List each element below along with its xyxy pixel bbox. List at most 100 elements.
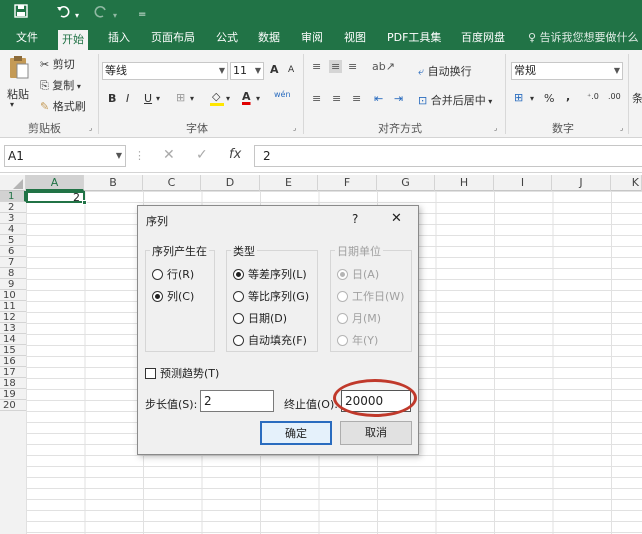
accounting-format-icon[interactable]: ⊞ xyxy=(514,91,523,104)
row-header-16[interactable]: 16 xyxy=(0,356,26,367)
tab-home[interactable]: 开始 xyxy=(58,30,88,50)
row-header-8[interactable]: 8 xyxy=(0,268,26,279)
undo-icon[interactable] xyxy=(56,4,70,23)
align-right-icon[interactable]: ≡ xyxy=(352,92,361,105)
font-name-select[interactable]: 等线 ▼ xyxy=(102,62,228,80)
radio-date[interactable]: 日期(D) xyxy=(233,310,287,326)
row-header-19[interactable]: 19 xyxy=(0,389,26,400)
percent-button[interactable]: % xyxy=(544,92,554,105)
row-header-9[interactable]: 9 xyxy=(0,279,26,290)
copy-dropdown-icon[interactable]: ▾ xyxy=(74,82,81,91)
copy-button[interactable]: ⎘ 复制 ▾ xyxy=(40,77,81,93)
bold-button[interactable]: B xyxy=(108,92,116,105)
help-button[interactable]: ? xyxy=(352,212,358,226)
align-left-icon[interactable]: ≡ xyxy=(312,92,321,105)
row-header-2[interactable]: 2 xyxy=(0,202,26,213)
tab-data[interactable]: 数据 xyxy=(254,26,284,50)
align-center-icon[interactable]: ≡ xyxy=(332,92,341,105)
cell-a1[interactable]: 2 xyxy=(26,191,85,203)
trend-checkbox[interactable]: 预测趋势(T) xyxy=(145,365,219,381)
ok-button[interactable]: 确定 xyxy=(260,421,332,445)
cancel-icon[interactable]: ✕ xyxy=(163,147,175,163)
number-launcher-icon[interactable]: ⌟ xyxy=(620,124,623,132)
column-header-j[interactable]: J xyxy=(552,175,611,191)
row-header-3[interactable]: 3 xyxy=(0,213,26,224)
name-box-dropdown-icon[interactable]: ▼ xyxy=(116,146,122,166)
row-header-17[interactable]: 17 xyxy=(0,367,26,378)
decrease-decimal-icon[interactable]: .00 xyxy=(608,92,621,101)
format-painter-button[interactable]: ✎ 格式刷 xyxy=(40,98,86,114)
comma-button[interactable]: , xyxy=(566,90,570,103)
radio-growth[interactable]: 等比序列(G) xyxy=(233,288,309,304)
column-header-k[interactable]: K xyxy=(611,175,642,191)
row-header-11[interactable]: 11 xyxy=(0,301,26,312)
row-header-4[interactable]: 4 xyxy=(0,224,26,235)
increase-indent-icon[interactable]: ⇥ xyxy=(394,92,403,105)
underline-dropdown-icon[interactable]: ▾ xyxy=(156,94,160,103)
enter-icon[interactable]: ✓ xyxy=(196,147,208,163)
row-header-5[interactable]: 5 xyxy=(0,235,26,246)
row-header-10[interactable]: 10 xyxy=(0,290,26,301)
tab-pdf-tools[interactable]: PDF工具集 xyxy=(383,26,445,50)
select-all-corner[interactable] xyxy=(0,175,26,191)
cancel-button[interactable]: 取消 xyxy=(340,421,412,445)
align-top-icon[interactable]: ≡ xyxy=(312,60,321,73)
wrap-text-button[interactable]: ⤶ 自动换行 xyxy=(418,63,472,79)
cut-button[interactable]: ✂ 剪切 xyxy=(40,56,75,72)
font-size-select[interactable]: 11 ▼ xyxy=(230,62,264,80)
column-header-f[interactable]: F xyxy=(318,175,377,191)
align-middle-icon[interactable]: ≡ xyxy=(329,60,343,73)
radio-columns[interactable]: 列(C) xyxy=(152,288,194,304)
fill-handle[interactable] xyxy=(82,200,87,205)
radio-linear[interactable]: 等差序列(L) xyxy=(233,266,307,282)
radio-rows[interactable]: 行(R) xyxy=(152,266,194,282)
row-header-20[interactable]: 20 xyxy=(0,400,26,411)
alignment-launcher-icon[interactable]: ⌟ xyxy=(494,124,497,132)
font-color-button[interactable]: A xyxy=(242,90,251,103)
grow-font-button[interactable]: A xyxy=(270,63,279,76)
insert-function-button[interactable]: fx xyxy=(229,147,241,162)
row-header-15[interactable]: 15 xyxy=(0,345,26,356)
orientation-icon[interactable]: ab↗ xyxy=(372,60,395,73)
row-header-6[interactable]: 6 xyxy=(0,246,26,257)
column-header-b[interactable]: B xyxy=(84,175,143,191)
tab-formulas[interactable]: 公式 xyxy=(212,26,242,50)
accounting-dropdown-icon[interactable]: ▾ xyxy=(530,94,534,103)
number-format-select[interactable]: 常规 ▼ xyxy=(511,62,623,80)
undo-dropdown-icon[interactable]: ▾ xyxy=(75,7,79,25)
shrink-font-button[interactable]: A xyxy=(288,65,294,75)
close-button[interactable]: ✕ xyxy=(391,211,402,226)
border-dropdown-icon[interactable]: ▾ xyxy=(190,94,194,103)
font-color-dropdown-icon[interactable]: ▾ xyxy=(256,94,260,103)
column-header-g[interactable]: G xyxy=(377,175,435,191)
paste-dropdown-icon[interactable]: ▾ xyxy=(10,100,14,109)
increase-decimal-icon[interactable]: ⁺.0 xyxy=(587,92,599,101)
row-header-14[interactable]: 14 xyxy=(0,334,26,345)
align-bottom-icon[interactable]: ≡ xyxy=(348,60,357,73)
name-box[interactable]: A1 ▼ xyxy=(4,145,126,167)
column-header-i[interactable]: I xyxy=(494,175,552,191)
row-header-18[interactable]: 18 xyxy=(0,378,26,389)
paste-icon[interactable] xyxy=(8,54,30,83)
tab-file[interactable]: 文件 xyxy=(12,26,42,50)
column-header-h[interactable]: H xyxy=(435,175,494,191)
row-header-7[interactable]: 7 xyxy=(0,257,26,268)
radio-autofill[interactable]: 自动填充(F) xyxy=(233,332,307,348)
decrease-indent-icon[interactable]: ⇤ xyxy=(374,92,383,105)
fill-color-dropdown-icon[interactable]: ▾ xyxy=(226,94,230,103)
customize-quick-access-icon[interactable]: = xyxy=(138,6,146,24)
italic-button[interactable]: I xyxy=(126,92,129,105)
merge-dropdown-icon[interactable]: ▾ xyxy=(486,97,492,106)
underline-button[interactable]: U xyxy=(144,92,152,105)
row-header-13[interactable]: 13 xyxy=(0,323,26,334)
border-icon[interactable]: ⊞ xyxy=(176,91,185,104)
font-launcher-icon[interactable]: ⌟ xyxy=(293,124,296,132)
column-header-e[interactable]: E xyxy=(260,175,318,191)
tab-insert[interactable]: 插入 xyxy=(104,26,134,50)
column-header-c[interactable]: C xyxy=(143,175,201,191)
tab-review[interactable]: 审阅 xyxy=(297,26,327,50)
tab-view[interactable]: 视图 xyxy=(340,26,370,50)
tab-baidu-netdisk[interactable]: 百度网盘 xyxy=(457,26,509,50)
column-header-d[interactable]: D xyxy=(201,175,260,191)
save-icon[interactable] xyxy=(14,4,28,23)
